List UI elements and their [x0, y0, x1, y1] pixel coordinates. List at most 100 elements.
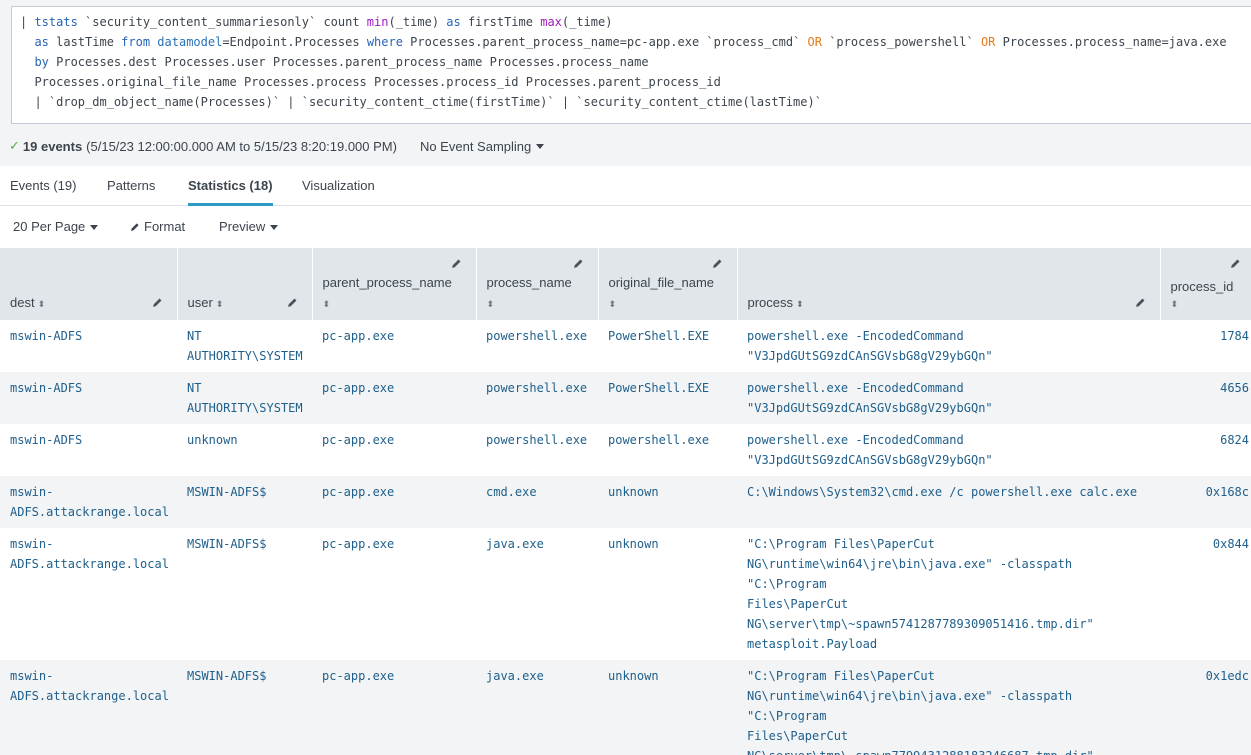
- cell-process-name[interactable]: powershell.exe: [476, 424, 598, 476]
- cell-parent-process-name[interactable]: pc-app.exe: [312, 528, 476, 660]
- cell-process-id[interactable]: 0x168c: [1160, 476, 1251, 528]
- query-token: Processes.process_name=java.exe: [995, 35, 1227, 49]
- cell-original-file-name[interactable]: unknown: [598, 528, 737, 660]
- query-token: [20, 55, 34, 69]
- time-range: (5/15/23 12:00:00.000 AM to 5/15/23 8:20…: [86, 138, 397, 154]
- cell-process-name[interactable]: powershell.exe: [476, 320, 598, 372]
- cell-parent-process-name[interactable]: pc-app.exe: [312, 476, 476, 528]
- cell-process-name[interactable]: java.exe: [476, 528, 598, 660]
- query-token: =Endpoint.Processes: [222, 35, 367, 49]
- pencil-icon[interactable]: [1230, 258, 1241, 269]
- pencil-icon: [131, 223, 139, 231]
- cell-process[interactable]: C:\Windows\System32\cmd.exe /c powershel…: [737, 476, 1160, 528]
- column-header-process[interactable]: process ⬍: [737, 248, 1161, 320]
- cell-original-file-name[interactable]: PowerShell.EXE: [598, 320, 737, 372]
- query-line: by Processes.dest Processes.user Process…: [20, 52, 1251, 72]
- query-line: | `drop_dm_object_name(Processes)` | `se…: [20, 92, 1251, 112]
- cell-original-file-name[interactable]: powershell.exe: [598, 424, 737, 476]
- event-sampling-dropdown[interactable]: No Event Sampling: [419, 138, 545, 154]
- caret-down-icon: [270, 225, 279, 230]
- column-header-dest[interactable]: dest ⬍: [0, 248, 178, 320]
- cell-dest[interactable]: mswin- ADFS.attackrange.local: [0, 476, 177, 528]
- query-line: Processes.original_file_name Processes.p…: [20, 72, 1251, 92]
- sort-icon[interactable]: ⬍: [796, 299, 804, 309]
- column-header-user[interactable]: user ⬍: [177, 248, 313, 320]
- cell-parent-process-name[interactable]: pc-app.exe: [312, 320, 476, 372]
- pencil-icon[interactable]: [573, 258, 584, 269]
- cell-user[interactable]: unknown: [177, 424, 312, 476]
- search-query-editor[interactable]: | tstats `security_content_summariesonly…: [11, 6, 1251, 124]
- pencil-icon[interactable]: [287, 297, 298, 308]
- sort-icon[interactable]: ⬍: [38, 299, 46, 309]
- cell-process-name[interactable]: cmd.exe: [476, 476, 598, 528]
- cell-dest[interactable]: mswin-ADFS: [0, 320, 177, 372]
- query-token: Processes.dest Processes.user Processes.…: [48, 55, 649, 69]
- cell-original-file-name[interactable]: unknown: [598, 476, 737, 528]
- column-header-process-id[interactable]: process_id ⬍: [1160, 248, 1251, 320]
- cell-process-id[interactable]: 0x1edc: [1160, 660, 1251, 755]
- table-body: mswin-ADFS NT AUTHORITY\SYSTEM pc-app.exe p…: [0, 320, 1251, 755]
- cell-dest[interactable]: mswin-ADFS: [0, 424, 177, 476]
- cell-process[interactable]: powershell.exe -EncodedCommand "V3JpdGUt…: [737, 372, 1160, 424]
- cell-process[interactable]: "C:\Program Files\PaperCut NG\runtime\wi…: [737, 660, 1160, 755]
- cell-dest[interactable]: mswin- ADFS.attackrange.local: [0, 528, 177, 660]
- cell-process-id[interactable]: 4656: [1160, 372, 1251, 424]
- tab-visualization[interactable]: Visualization: [302, 166, 375, 206]
- per-page-label: 20 Per Page: [13, 219, 86, 234]
- column-header-process-name[interactable]: process_name ⬍: [476, 248, 599, 320]
- sort-icon[interactable]: ⬍: [487, 299, 495, 309]
- query-token: max: [540, 15, 562, 29]
- table-row: mswin-ADFS unknown pc-app.exe powershell.ex…: [0, 424, 1251, 476]
- cell-dest[interactable]: mswin- ADFS.attackrange.local: [0, 660, 177, 755]
- query-token: `process_powershell`: [821, 35, 981, 49]
- tab-events[interactable]: Events (19): [10, 166, 76, 206]
- tab-patterns[interactable]: Patterns: [107, 166, 155, 206]
- query-token: as: [34, 35, 49, 49]
- query-token: [20, 35, 34, 49]
- column-header-original-file-name[interactable]: original_file_name ⬍: [598, 248, 738, 320]
- event-count[interactable]: 19 events: [23, 139, 82, 154]
- sort-icon[interactable]: ⬍: [609, 299, 617, 309]
- cell-user[interactable]: MSWIN-ADFS$: [177, 528, 312, 660]
- query-token: firstTime: [460, 15, 541, 29]
- cell-original-file-name[interactable]: unknown: [598, 660, 737, 755]
- query-token: datamodel: [157, 35, 223, 49]
- cell-parent-process-name[interactable]: pc-app.exe: [312, 660, 476, 755]
- cell-process-id[interactable]: 1784: [1160, 320, 1251, 372]
- per-page-dropdown[interactable]: 20 Per Page: [13, 206, 99, 248]
- table-row: mswin- ADFS.attackrange.local MSWIN-ADFS$…: [0, 660, 1251, 755]
- pencil-icon[interactable]: [152, 297, 163, 308]
- cell-original-file-name[interactable]: PowerShell.EXE: [598, 372, 737, 424]
- format-button[interactable]: Format: [130, 206, 185, 248]
- column-header-parent-process-name[interactable]: parent_process_name ⬍: [312, 248, 477, 320]
- cell-process-id[interactable]: 0x844: [1160, 528, 1251, 660]
- cell-process[interactable]: powershell.exe -EncodedCommand "V3JpdGUt…: [737, 320, 1160, 372]
- sort-icon[interactable]: ⬍: [216, 299, 224, 309]
- table-row: mswin-ADFS NT AUTHORITY\SYSTEM pc-app.exe p…: [0, 372, 1251, 424]
- sort-icon[interactable]: ⬍: [323, 299, 331, 309]
- pencil-icon[interactable]: [1135, 297, 1146, 308]
- tab-statistics[interactable]: Statistics (18): [188, 166, 273, 206]
- cell-user[interactable]: NT AUTHORITY\SYSTEM: [177, 320, 312, 372]
- statistics-table-container: dest ⬍ user ⬍ parent_process_name ⬍ proces…: [0, 248, 1251, 755]
- query-token: by: [34, 55, 49, 69]
- query-token: Processes.original_file_name Processes.p…: [20, 75, 721, 89]
- cell-parent-process-name[interactable]: pc-app.exe: [312, 372, 476, 424]
- cell-process-id[interactable]: 6824: [1160, 424, 1251, 476]
- query-token: (_time): [561, 15, 613, 29]
- sort-icon[interactable]: ⬍: [1171, 299, 1241, 310]
- cell-process-name[interactable]: powershell.exe: [476, 372, 598, 424]
- format-label: Format: [144, 219, 186, 234]
- cell-dest[interactable]: mswin-ADFS: [0, 372, 177, 424]
- cell-process-name[interactable]: java.exe: [476, 660, 598, 755]
- pencil-icon[interactable]: [451, 258, 462, 269]
- cell-user[interactable]: MSWIN-ADFS$: [177, 660, 312, 755]
- event-sampling-label: No Event Sampling: [419, 138, 532, 154]
- cell-parent-process-name[interactable]: pc-app.exe: [312, 424, 476, 476]
- preview-dropdown[interactable]: Preview: [219, 206, 279, 248]
- cell-user[interactable]: NT AUTHORITY\SYSTEM: [177, 372, 312, 424]
- cell-process[interactable]: "C:\Program Files\PaperCut NG\runtime\wi…: [737, 528, 1160, 660]
- cell-process[interactable]: powershell.exe -EncodedCommand "V3JpdGUt…: [737, 424, 1160, 476]
- cell-user[interactable]: MSWIN-ADFS$: [177, 476, 312, 528]
- pencil-icon[interactable]: [712, 258, 723, 269]
